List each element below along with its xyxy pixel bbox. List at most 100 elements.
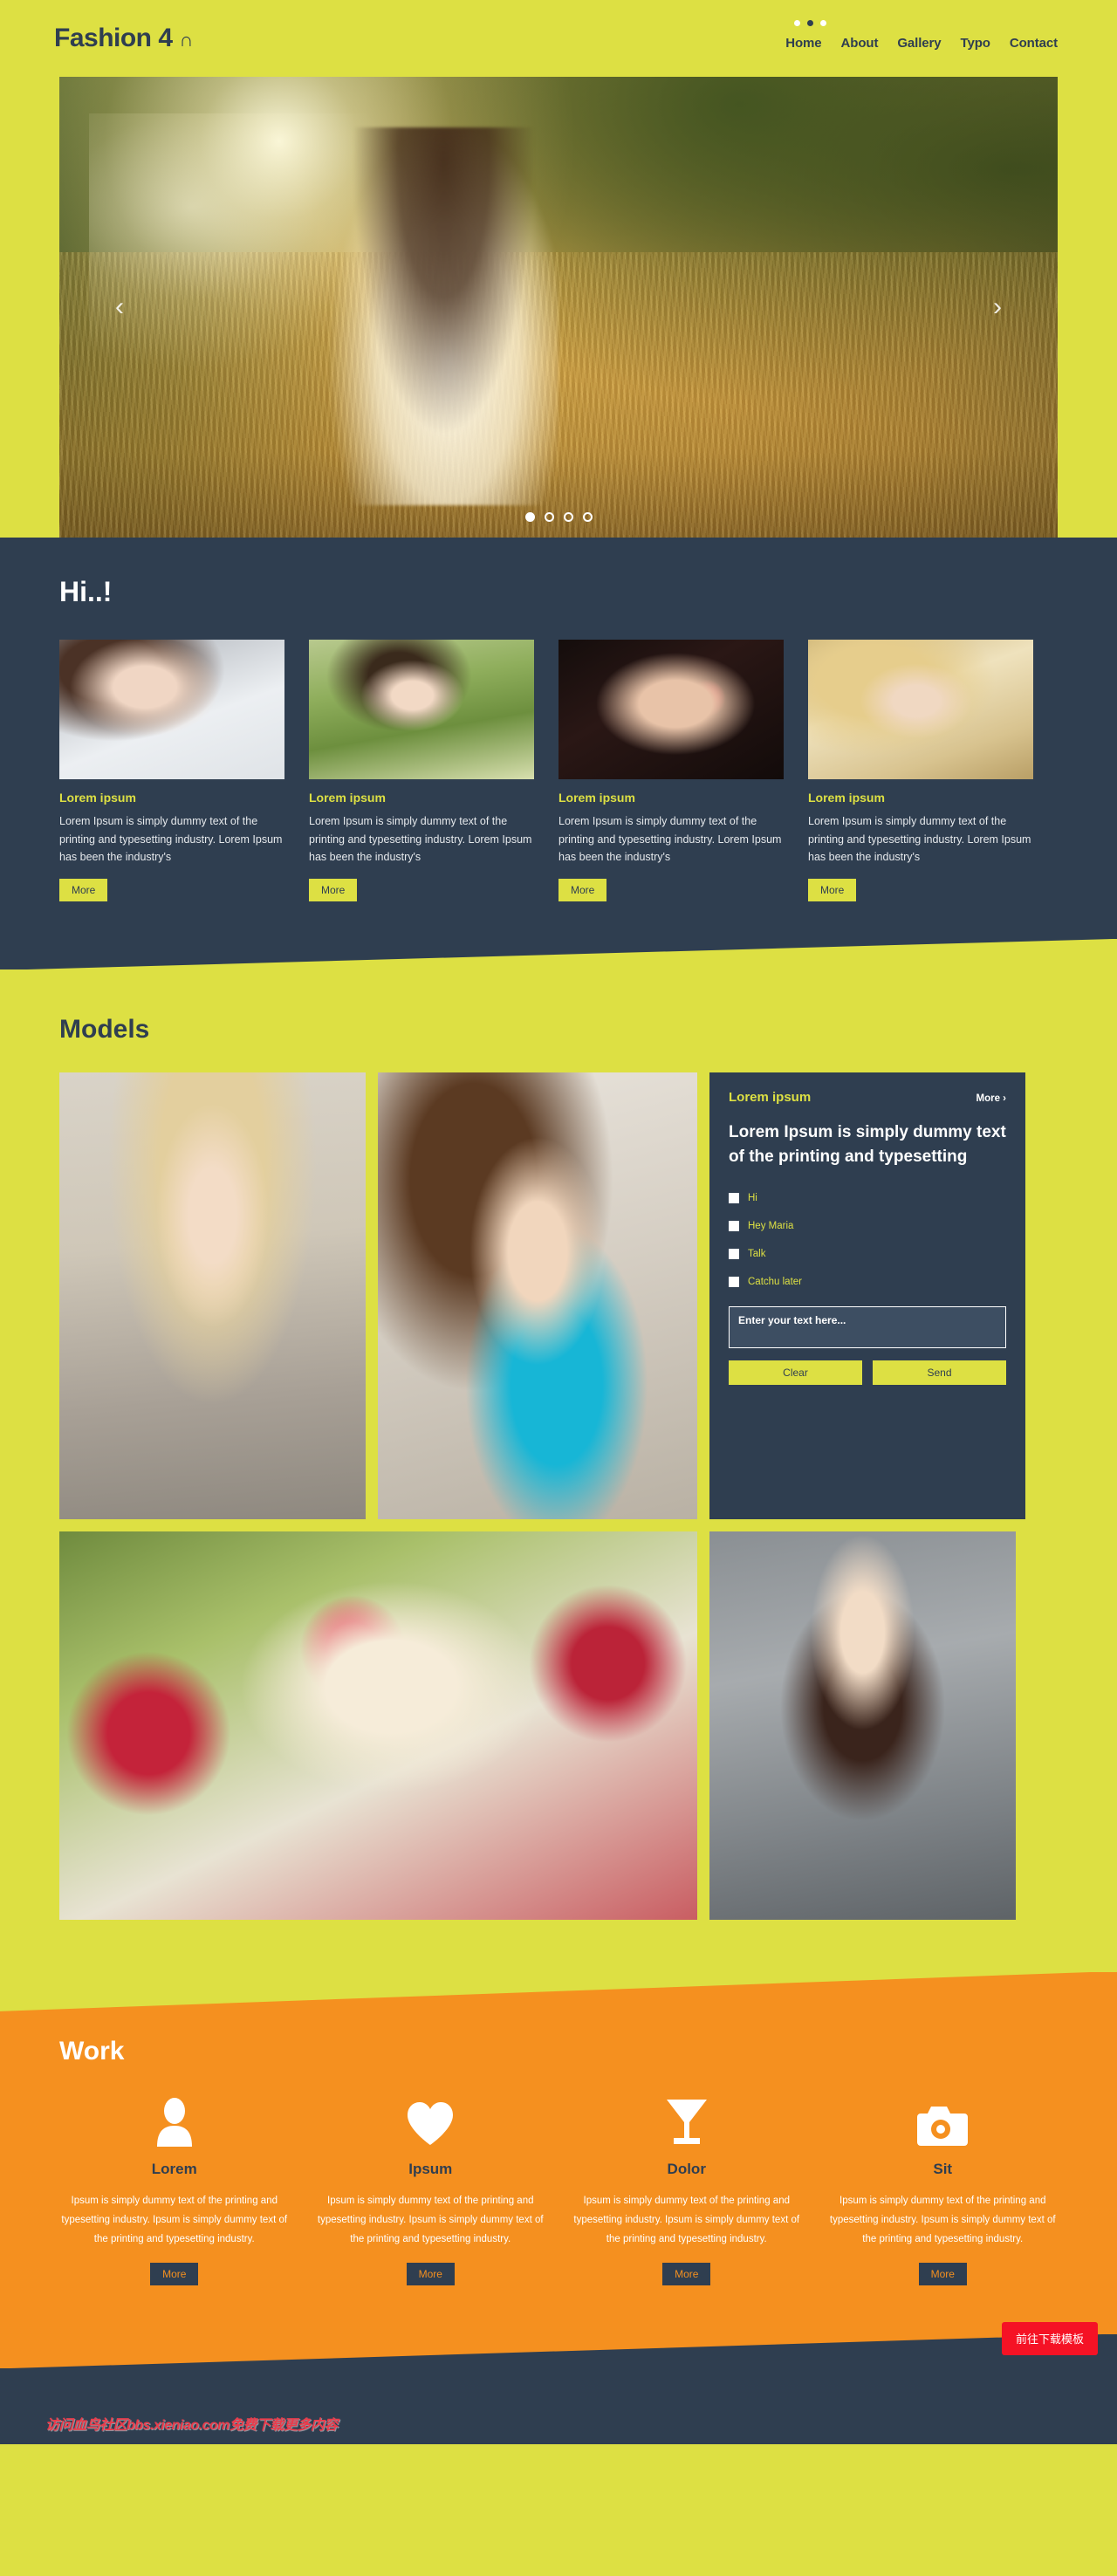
hi-card-heading: Lorem ipsum bbox=[808, 791, 885, 805]
heart-icon bbox=[316, 2093, 546, 2147]
logo-mark-icon: ∩ bbox=[179, 29, 194, 51]
hi-card-body: Lorem Ipsum is simply dummy text of the … bbox=[808, 815, 1031, 864]
hi-card-heading: Lorem ipsum bbox=[59, 791, 136, 805]
page-root: Fashion 4 ∩ Home About Gallery Typo Cont… bbox=[0, 0, 1117, 2445]
footer-slant bbox=[0, 2333, 1117, 2369]
nav-item-contact[interactable]: Contact bbox=[1010, 36, 1058, 51]
section-divider-slant bbox=[0, 938, 1117, 970]
slider-dot-4[interactable] bbox=[582, 512, 593, 522]
hi-card-list: Lorem ipsum Lorem Ipsum is simply dummy … bbox=[59, 640, 1058, 901]
hi-card-image bbox=[558, 640, 784, 779]
model-photo bbox=[59, 1531, 697, 1920]
work-more-button[interactable]: More bbox=[918, 2263, 967, 2286]
work-column: Lorem Ipsum is simply dummy text of the … bbox=[59, 2093, 290, 2286]
work-section-title: Work bbox=[59, 2036, 125, 2066]
contact-panel-actions: Clear Send bbox=[729, 1360, 1006, 1385]
site-logo[interactable]: Fashion 4 ∩ bbox=[54, 24, 193, 53]
nav-dot-2 bbox=[807, 19, 814, 26]
contact-option-talk[interactable]: Talk bbox=[729, 1248, 1006, 1259]
checkbox-icon[interactable] bbox=[729, 1192, 739, 1203]
hi-card-image bbox=[309, 640, 534, 779]
work-column-heading: Sit bbox=[933, 2160, 953, 2177]
download-template-button[interactable]: 前往下载模板 bbox=[1001, 2322, 1098, 2356]
slider-next-icon[interactable]: › bbox=[983, 292, 1012, 322]
contact-option-hey-maria[interactable]: Hey Maria bbox=[729, 1220, 1006, 1231]
hi-card-more-button[interactable]: More bbox=[558, 878, 607, 901]
nav-item-about[interactable]: About bbox=[841, 36, 879, 51]
hero-band: ‹ › bbox=[0, 77, 1117, 538]
hi-card: Lorem ipsum Lorem Ipsum is simply dummy … bbox=[59, 640, 284, 901]
slider-pagination bbox=[59, 512, 1058, 522]
nav-dots-decoration bbox=[794, 19, 827, 26]
work-column: Ipsum Ipsum is simply dummy text of the … bbox=[316, 2093, 546, 2286]
nav-dot-3 bbox=[820, 19, 827, 26]
contact-option-label: Catchu later bbox=[748, 1276, 803, 1287]
clear-button[interactable]: Clear bbox=[729, 1360, 862, 1385]
contact-panel-header: Lorem ipsum More › bbox=[729, 1090, 1006, 1105]
work-more-button[interactable]: More bbox=[150, 2263, 199, 2286]
contact-option-label: Hi bbox=[748, 1192, 757, 1203]
hi-card-body: Lorem Ipsum is simply dummy text of the … bbox=[59, 815, 283, 864]
checkbox-icon[interactable] bbox=[729, 1248, 739, 1259]
work-column-heading: Lorem bbox=[151, 2160, 197, 2177]
work-section-slant bbox=[0, 1970, 1117, 2011]
nav-item-gallery[interactable]: Gallery bbox=[897, 36, 941, 51]
watermark-text: 访问血鸟社区bbs.xieniao.com免费下载更多内容 bbox=[45, 2418, 338, 2434]
contact-option-hi[interactable]: Hi bbox=[729, 1192, 1006, 1203]
nav-item-typo[interactable]: Typo bbox=[961, 36, 990, 51]
contact-panel-more-link[interactable]: More › bbox=[977, 1093, 1007, 1104]
hi-section: Hi..! Lorem ipsum Lorem Ipsum is simply … bbox=[0, 538, 1117, 970]
model-photo bbox=[59, 1072, 366, 1519]
hi-card-more-button[interactable]: More bbox=[59, 878, 108, 901]
hi-card-heading: Lorem ipsum bbox=[309, 791, 386, 805]
model-photo bbox=[709, 1531, 1016, 1920]
contact-option-label: Talk bbox=[748, 1248, 766, 1259]
nav-item-home[interactable]: Home bbox=[785, 36, 821, 51]
work-column: Dolor Ipsum is simply dummy text of the … bbox=[572, 2093, 802, 2286]
contact-panel-label: Lorem ipsum bbox=[729, 1089, 812, 1105]
contact-option-catchu-later[interactable]: Catchu later bbox=[729, 1276, 1006, 1287]
hi-section-title: Hi..! bbox=[59, 576, 113, 607]
camera-icon bbox=[828, 2093, 1059, 2147]
work-column-heading: Ipsum bbox=[408, 2160, 453, 2177]
models-section-title: Models bbox=[59, 1014, 150, 1044]
hi-card-image bbox=[59, 640, 284, 779]
contact-option-label: Hey Maria bbox=[748, 1220, 794, 1231]
checkbox-icon[interactable] bbox=[729, 1220, 739, 1231]
hi-card-body: Lorem Ipsum is simply dummy text of the … bbox=[309, 815, 532, 864]
send-button[interactable]: Send bbox=[873, 1360, 1006, 1385]
contact-panel: Lorem ipsum More › Lorem Ipsum is simply… bbox=[709, 1072, 1025, 1519]
message-textarea[interactable] bbox=[729, 1305, 1006, 1348]
slider-dot-3[interactable] bbox=[563, 512, 573, 522]
logo-text: Fashion 4 bbox=[54, 24, 173, 52]
work-column-list: Lorem Ipsum is simply dummy text of the … bbox=[59, 2093, 1058, 2286]
slider-dot-2[interactable] bbox=[544, 512, 554, 522]
checkbox-icon[interactable] bbox=[729, 1276, 739, 1287]
contact-panel-heading: Lorem Ipsum is simply dummy text of the … bbox=[729, 1122, 1006, 1167]
work-column-body: Ipsum is simply dummy text of the printi… bbox=[61, 2195, 288, 2244]
work-more-button[interactable]: More bbox=[662, 2263, 711, 2286]
site-header: Fashion 4 ∩ Home About Gallery Typo Cont… bbox=[0, 0, 1117, 77]
models-section: Models Lorem ipsum More › Lorem Ipsum is… bbox=[0, 969, 1117, 1972]
hi-card-more-button[interactable]: More bbox=[309, 878, 358, 901]
hi-card-heading: Lorem ipsum bbox=[558, 791, 635, 805]
hero-sun-glow bbox=[89, 113, 429, 381]
person-icon bbox=[59, 2093, 290, 2147]
models-bottom-row bbox=[59, 1531, 1058, 1972]
hero-slider: ‹ › bbox=[59, 77, 1058, 538]
hi-card: Lorem ipsum Lorem Ipsum is simply dummy … bbox=[558, 640, 784, 901]
hi-card: Lorem ipsum Lorem Ipsum is simply dummy … bbox=[808, 640, 1033, 901]
work-more-button[interactable]: More bbox=[406, 2263, 455, 2286]
hi-card-image bbox=[808, 640, 1033, 779]
work-column-body: Ipsum is simply dummy text of the printi… bbox=[573, 2195, 800, 2244]
model-photo bbox=[378, 1072, 697, 1519]
slider-dot-1[interactable] bbox=[524, 512, 535, 522]
primary-nav-wrapper: Home About Gallery Typo Contact bbox=[785, 19, 1058, 51]
primary-nav: Home About Gallery Typo Contact bbox=[785, 36, 1058, 51]
site-footer: 前往下载模板 访问血鸟社区bbs.xieniao.com免费下载更多内容 bbox=[0, 2322, 1117, 2445]
contact-options-list: Hi Hey Maria Talk Catchu later bbox=[729, 1192, 1006, 1287]
cocktail-icon bbox=[572, 2093, 802, 2147]
work-column-body: Ipsum is simply dummy text of the printi… bbox=[317, 2195, 544, 2244]
hi-card-more-button[interactable]: More bbox=[808, 878, 857, 901]
slider-prev-icon[interactable]: ‹ bbox=[105, 292, 134, 322]
